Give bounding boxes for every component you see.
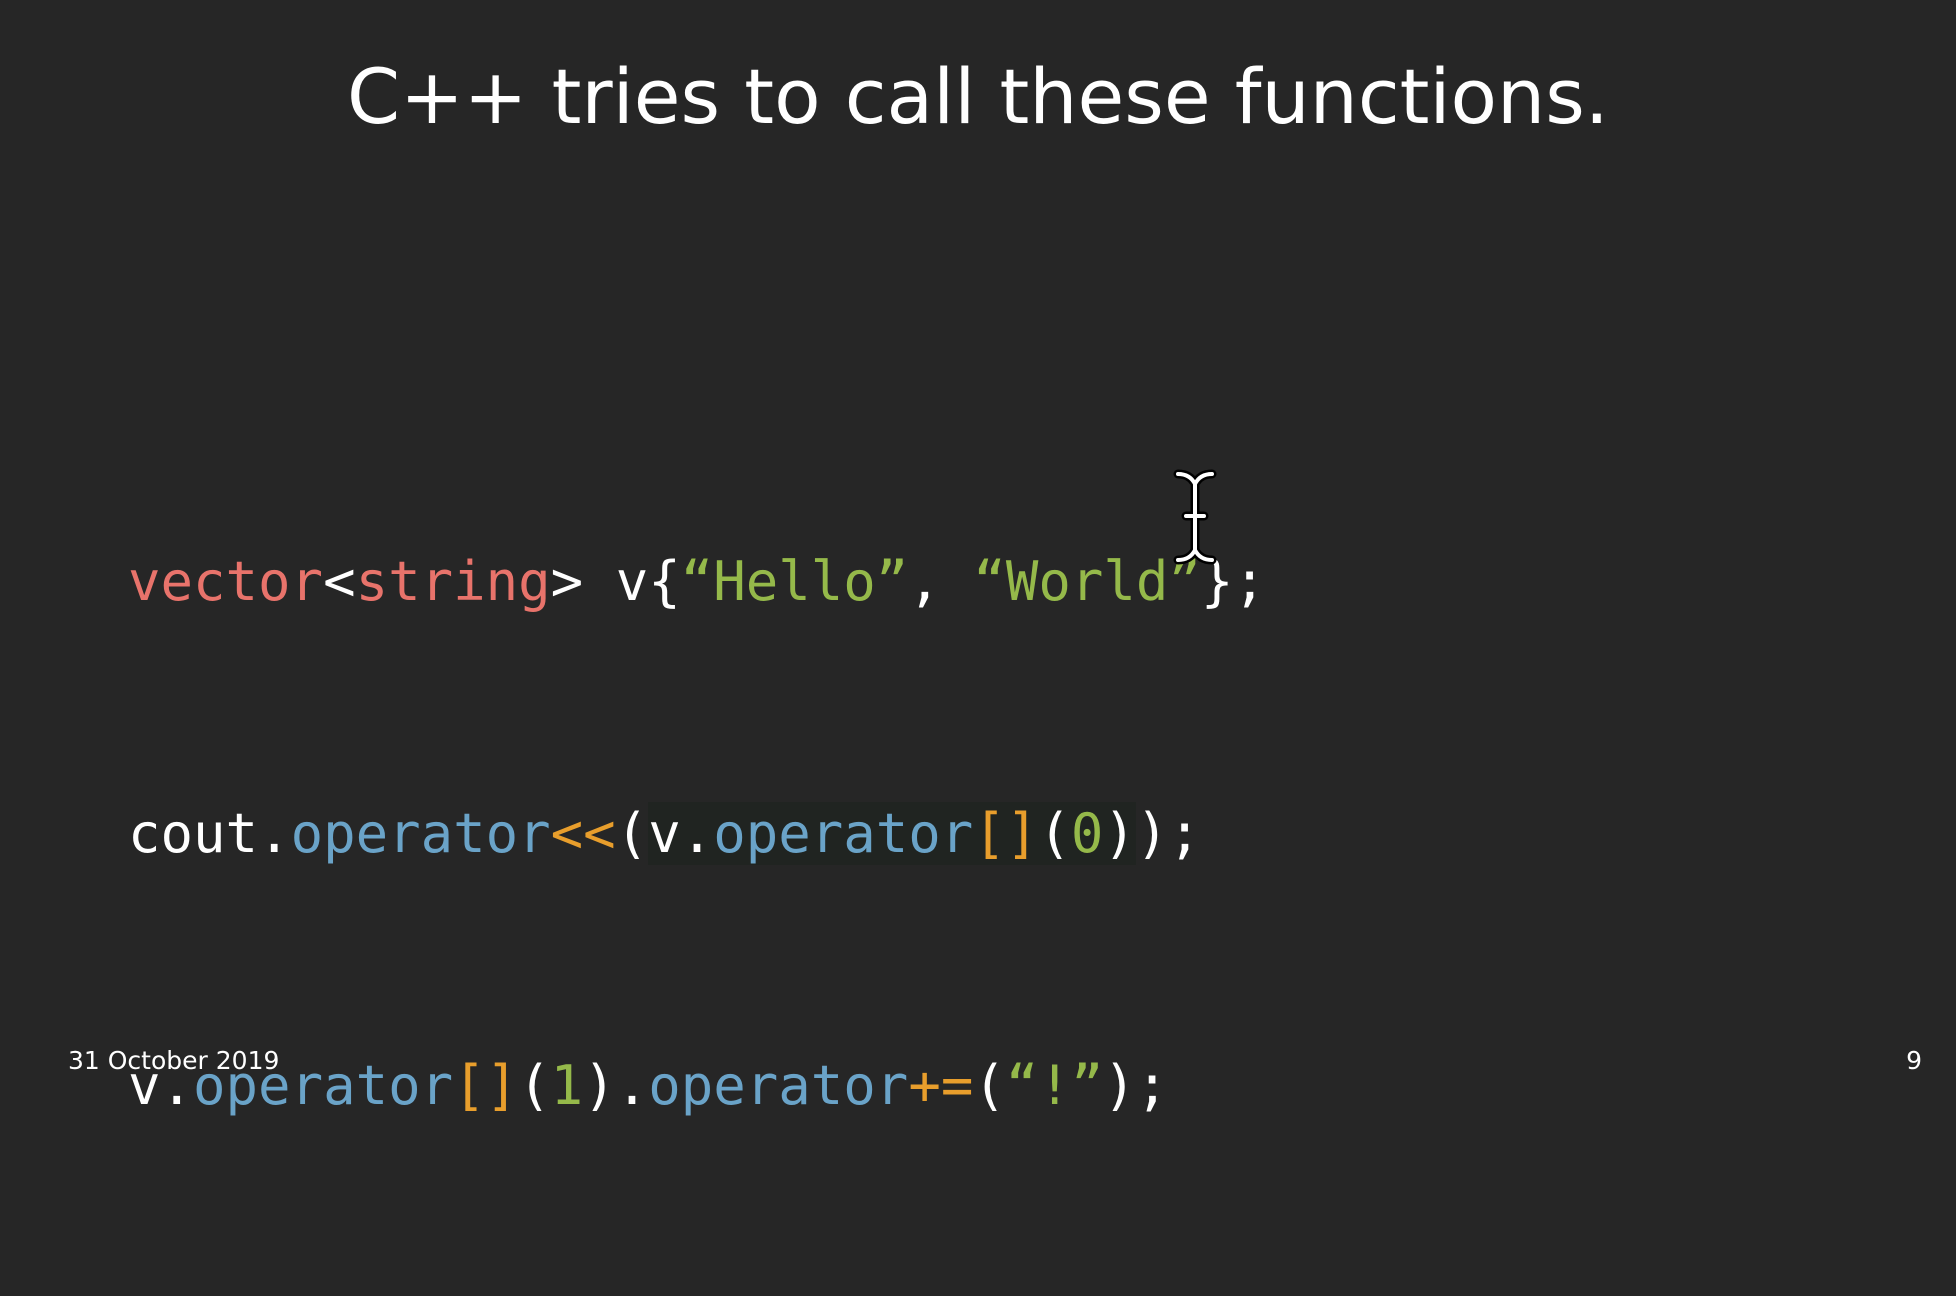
code-token: operator [290, 802, 551, 865]
code-token: ); [1103, 1054, 1169, 1117]
code-token: v. [648, 802, 714, 865]
code-token: operator [648, 1054, 909, 1117]
code-token: [] [973, 802, 1039, 865]
code-token: “Hello” [680, 550, 909, 613]
code-token: string [355, 550, 551, 613]
code-token: ); [1135, 802, 1201, 865]
code-block: vector<string> v{“Hello”, “World”}; cout… [128, 372, 1266, 1296]
code-token: , [908, 550, 974, 613]
code-token: > v{ [550, 550, 681, 613]
page-number: 9 [1906, 1046, 1922, 1075]
code-token: += [908, 1054, 974, 1117]
code-token: vector [128, 550, 324, 613]
code-token: ). [583, 1054, 649, 1117]
code-token: 0 [1070, 802, 1104, 865]
footer-date: 31 October 2019 [68, 1046, 280, 1075]
slide: C++ tries to call these functions. vecto… [0, 0, 1956, 1117]
code-line-3: v.operator[](1).operator+=(“!”); [128, 1044, 1266, 1128]
text-cursor-icon [1173, 469, 1217, 565]
code-token: 1 [550, 1054, 584, 1117]
code-token: ( [1038, 802, 1071, 865]
code-token: < [323, 550, 356, 613]
code-token: [] [453, 1054, 519, 1117]
code-line-2: cout.operator<<(v.operator[](0)); [128, 792, 1266, 876]
slide-title: C++ tries to call these functions. [347, 52, 1609, 141]
code-token: ) [1103, 802, 1136, 865]
code-token: “!” [1005, 1054, 1104, 1117]
code-token: ( [615, 802, 649, 865]
code-token: operator [713, 802, 974, 865]
code-token: ( [518, 1054, 551, 1117]
code-token: ( [973, 1054, 1006, 1117]
code-token: << [550, 802, 616, 865]
code-line-1: vector<string> v{“Hello”, “World”}; [128, 540, 1266, 624]
code-token: cout. [128, 802, 291, 865]
code-token: “World” [973, 550, 1201, 613]
